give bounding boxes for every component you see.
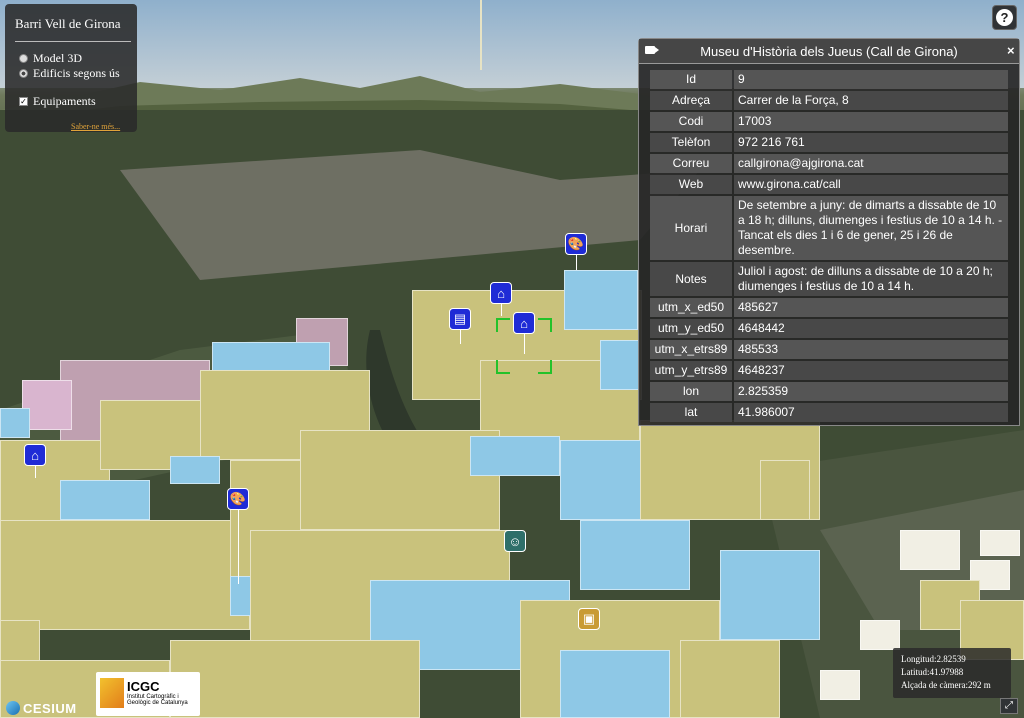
option-equipaments[interactable]: ✓ Equipaments bbox=[19, 94, 96, 109]
attribute-row: Notes Juliol i agost: de dilluns a dissab… bbox=[650, 262, 1008, 296]
cesium-credit[interactable]: CESIUM bbox=[6, 700, 77, 716]
icgc-mark-icon bbox=[100, 678, 124, 708]
attribute-value: Carrer de la Força, 8 bbox=[734, 91, 1008, 110]
attribute-value: De setembre a juny: de dimarts a dissabt… bbox=[734, 196, 1008, 260]
attribute-value: 2.825359 bbox=[734, 382, 1008, 401]
attribute-key: lon bbox=[650, 382, 732, 401]
latitude-readout: Latitud:41.97988 bbox=[901, 667, 964, 677]
layer-panel-title: Barri Vell de Girona bbox=[15, 16, 121, 31]
attribute-table: Id 9 Adreça Carrer de la Força, 8 Codi 17003 T… bbox=[648, 68, 1010, 424]
radio-model-3d[interactable] bbox=[19, 54, 28, 63]
fullscreen-icon: ⤢ bbox=[1005, 700, 1013, 711]
icgc-logo[interactable]: ICGC Institut Cartogràfic i Geològic de … bbox=[96, 672, 200, 716]
attribute-key: Notes bbox=[650, 262, 732, 296]
attribute-key: Codi bbox=[650, 112, 732, 131]
poi-library-icon[interactable]: ▤ bbox=[449, 308, 471, 330]
cesium-logo-icon bbox=[6, 701, 20, 715]
attribute-row: lat 41.986007 bbox=[650, 403, 1008, 422]
attribute-value: 4648237 bbox=[734, 361, 1008, 380]
attribute-row: utm_y_ed50 4648442 bbox=[650, 319, 1008, 338]
attribute-key: lat bbox=[650, 403, 732, 422]
option-label: Model 3D bbox=[33, 51, 82, 65]
divider bbox=[15, 41, 131, 42]
option-model-3d[interactable]: Model 3D bbox=[19, 51, 82, 66]
attribute-key: Web bbox=[650, 175, 732, 194]
attribute-key: Adreça bbox=[650, 91, 732, 110]
attribute-key: utm_y_etrs89 bbox=[650, 361, 732, 380]
help-icon: ? bbox=[996, 9, 1013, 26]
option-label: Equipaments bbox=[33, 94, 96, 108]
attribute-value: www.girona.cat/call bbox=[734, 175, 1008, 194]
info-box-title: Museu d'Història dels Jueus (Call de Gir… bbox=[700, 44, 958, 59]
info-box: Museu d'Història dels Jueus (Call de Gir… bbox=[638, 38, 1020, 426]
attribute-key: utm_y_ed50 bbox=[650, 319, 732, 338]
poi-cinema-icon[interactable]: ▣ bbox=[578, 608, 600, 630]
attribute-row: Correu callgirona@ajgirona.cat bbox=[650, 154, 1008, 173]
info-box-header: Museu d'Història dels Jueus (Call de Gir… bbox=[639, 39, 1019, 64]
attribute-row: Codi 17003 bbox=[650, 112, 1008, 131]
radio-edificis-segons-us[interactable] bbox=[19, 69, 28, 78]
longitude-readout: Longitud:2.82539 bbox=[901, 654, 966, 664]
attribute-row: Web www.girona.cat/call bbox=[650, 175, 1008, 194]
attribute-value: 485533 bbox=[734, 340, 1008, 359]
attribute-value: callgirona@ajgirona.cat bbox=[734, 154, 1008, 173]
attribute-value: Juliol i agost: de dilluns a dissabte de… bbox=[734, 262, 1008, 296]
attribute-row: Adreça Carrer de la Força, 8 bbox=[650, 91, 1008, 110]
icgc-short: ICGC bbox=[127, 679, 160, 694]
help-button[interactable]: ? bbox=[992, 5, 1017, 30]
poi-theater-icon[interactable]: ☺ bbox=[504, 530, 526, 552]
layer-panel: Barri Vell de Girona Model 3D Edificis s… bbox=[5, 4, 137, 132]
attribute-key: Horari bbox=[650, 196, 732, 260]
attribute-key: utm_x_ed50 bbox=[650, 298, 732, 317]
attribute-row: Telèfon 972 216 761 bbox=[650, 133, 1008, 152]
cesium-label: CESIUM bbox=[23, 700, 77, 716]
attribute-key: Correu bbox=[650, 154, 732, 173]
attribute-value: 972 216 761 bbox=[734, 133, 1008, 152]
selection-indicator bbox=[496, 318, 552, 374]
attribute-row: Id 9 bbox=[650, 70, 1008, 89]
checkbox-equipaments[interactable]: ✓ bbox=[19, 97, 28, 106]
coordinates-readout: Longitud:2.82539 Latitud:41.97988 Alçada… bbox=[893, 648, 1011, 698]
poi-palette-icon[interactable]: 🎨 bbox=[565, 233, 587, 255]
poi-museum-icon[interactable]: ⌂ bbox=[24, 444, 46, 466]
poi-museum-icon[interactable]: ⌂ bbox=[490, 282, 512, 304]
attribute-value: 9 bbox=[734, 70, 1008, 89]
camera-height-readout: Alçada de càmera:292 m bbox=[901, 680, 991, 690]
attribute-value: 17003 bbox=[734, 112, 1008, 131]
option-edificis-segons-us[interactable]: Edificis segons ús bbox=[19, 66, 120, 81]
attribute-row: lon 2.825359 bbox=[650, 382, 1008, 401]
attribute-row: utm_x_ed50 485627 bbox=[650, 298, 1008, 317]
attribute-key: Id bbox=[650, 70, 732, 89]
attribute-key: utm_x_etrs89 bbox=[650, 340, 732, 359]
poi-palette-icon[interactable]: 🎨 bbox=[227, 488, 249, 510]
attribute-row: utm_y_etrs89 4648237 bbox=[650, 361, 1008, 380]
fullscreen-button[interactable]: ⤢ bbox=[1000, 698, 1018, 714]
attribute-row: Horari De setembre a juny: de dimarts a d… bbox=[650, 196, 1008, 260]
attribute-value: 41.986007 bbox=[734, 403, 1008, 422]
attribute-key: Telèfon bbox=[650, 133, 732, 152]
icgc-full: Institut Cartogràfic i Geològic de Catal… bbox=[127, 694, 188, 706]
attribute-value: 485627 bbox=[734, 298, 1008, 317]
close-icon[interactable]: × bbox=[1007, 43, 1015, 58]
attribute-value: 4648442 bbox=[734, 319, 1008, 338]
more-info-link[interactable]: Saber-ne més... bbox=[71, 122, 120, 131]
attribute-row: utm_x_etrs89 485533 bbox=[650, 340, 1008, 359]
option-label: Edificis segons ús bbox=[33, 66, 120, 80]
